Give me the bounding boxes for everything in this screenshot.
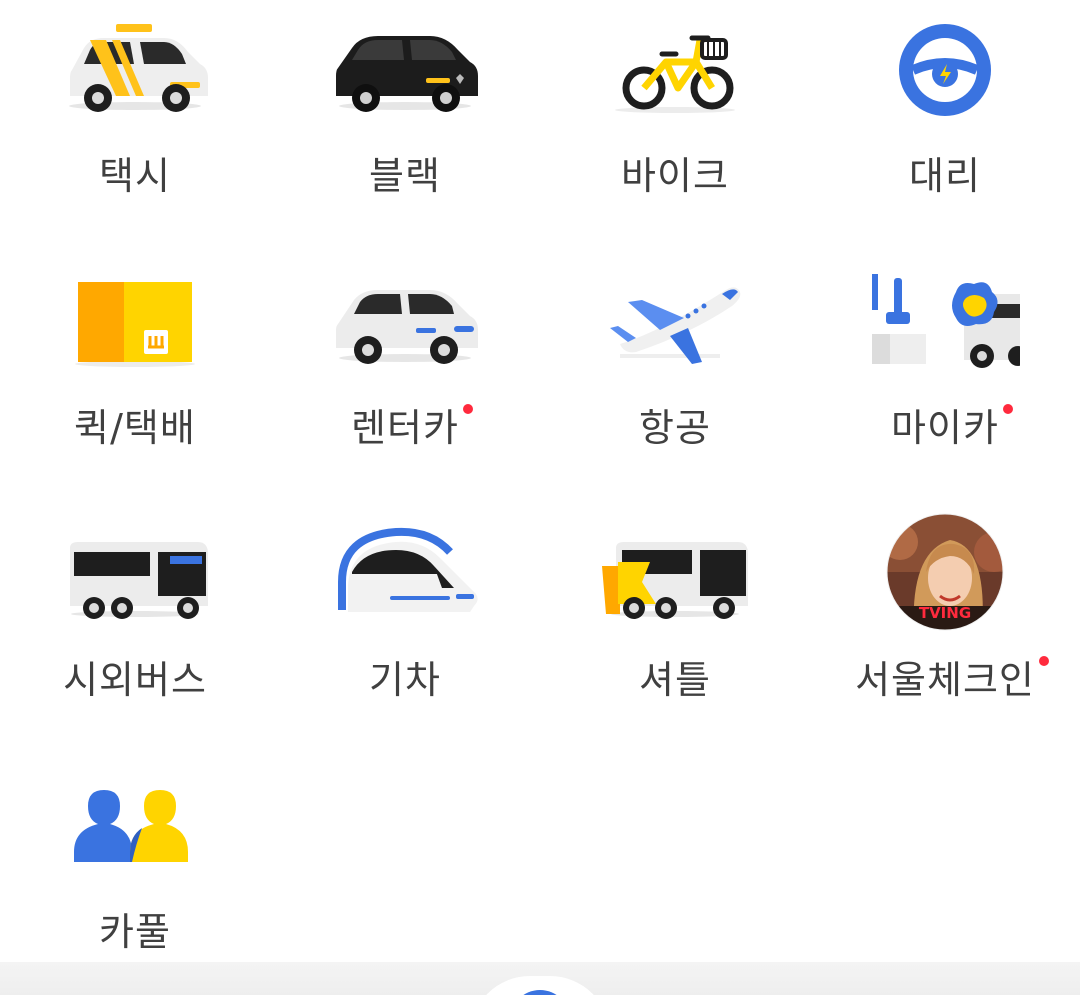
service-tile-rentcar[interactable]: 렌터카 bbox=[270, 252, 540, 504]
service-tile-quick[interactable]: 퀵/택배 bbox=[0, 252, 270, 504]
new-indicator-dot bbox=[1002, 404, 1013, 414]
service-label-mycar: 마이카 bbox=[891, 402, 1013, 454]
service-tile-driver[interactable]: 대리 bbox=[810, 0, 1080, 252]
service-tile-black[interactable]: 블랙 bbox=[270, 0, 540, 252]
service-label-driver: 대리 bbox=[909, 154, 981, 198]
service-tile-mycar[interactable]: 마이카 bbox=[810, 252, 1080, 504]
service-label-taxi: 택시 bbox=[99, 154, 171, 198]
new-indicator-dot bbox=[462, 404, 473, 414]
service-tile-train[interactable]: 기차 bbox=[270, 504, 540, 756]
service-tile-bus[interactable]: 시외버스 bbox=[0, 504, 270, 756]
bus-icon bbox=[60, 522, 210, 622]
promo-avatar-icon: TVING bbox=[870, 512, 1020, 632]
home-icon bbox=[510, 990, 570, 995]
service-tile-flight[interactable]: 항공 bbox=[540, 252, 810, 504]
service-label-rentcar: 렌터카 bbox=[351, 402, 473, 454]
black-car-icon bbox=[330, 18, 480, 118]
service-label-black: 블랙 bbox=[369, 154, 441, 198]
airplane-icon bbox=[600, 270, 750, 370]
steering-wheel-icon bbox=[870, 18, 1020, 118]
service-label-carpool: 카풀 bbox=[99, 910, 171, 954]
service-tile-taxi[interactable]: 택시 bbox=[0, 0, 270, 252]
car-care-icon bbox=[870, 270, 1020, 370]
service-label-bus: 시외버스 bbox=[63, 658, 207, 702]
service-label-train: 기차 bbox=[369, 658, 441, 702]
taxi-car-icon bbox=[60, 18, 210, 118]
service-label-flight: 항공 bbox=[639, 406, 711, 450]
rental-car-icon bbox=[330, 270, 480, 370]
service-label-shuttle: 셔틀 bbox=[639, 658, 711, 702]
service-tile-seoulcheckin[interactable]: TVING 서울체크인 bbox=[810, 504, 1080, 756]
parcel-box-icon bbox=[60, 270, 210, 370]
service-label-quick: 퀵/택배 bbox=[74, 406, 196, 450]
service-tile-shuttle[interactable]: 셔틀 bbox=[540, 504, 810, 756]
tving-badge-text: TVING bbox=[919, 604, 971, 622]
shuttle-icon bbox=[600, 522, 750, 622]
people-icon bbox=[60, 774, 210, 874]
new-indicator-dot bbox=[1038, 656, 1049, 666]
bike-icon bbox=[600, 18, 750, 118]
train-icon bbox=[330, 522, 480, 622]
service-tile-carpool[interactable]: 카풀 bbox=[0, 756, 270, 995]
service-label-seoulcheckin: 서울체크인 bbox=[855, 654, 1049, 706]
service-label-bike: 바이크 bbox=[621, 154, 729, 198]
service-tile-bike[interactable]: 바이크 bbox=[540, 0, 810, 252]
service-menu-screen: 택시 블랙 바이크 대리 퀵/택배 렌터카 항공 마이카 시외버스 기차 셔틀 … bbox=[0, 0, 1080, 995]
